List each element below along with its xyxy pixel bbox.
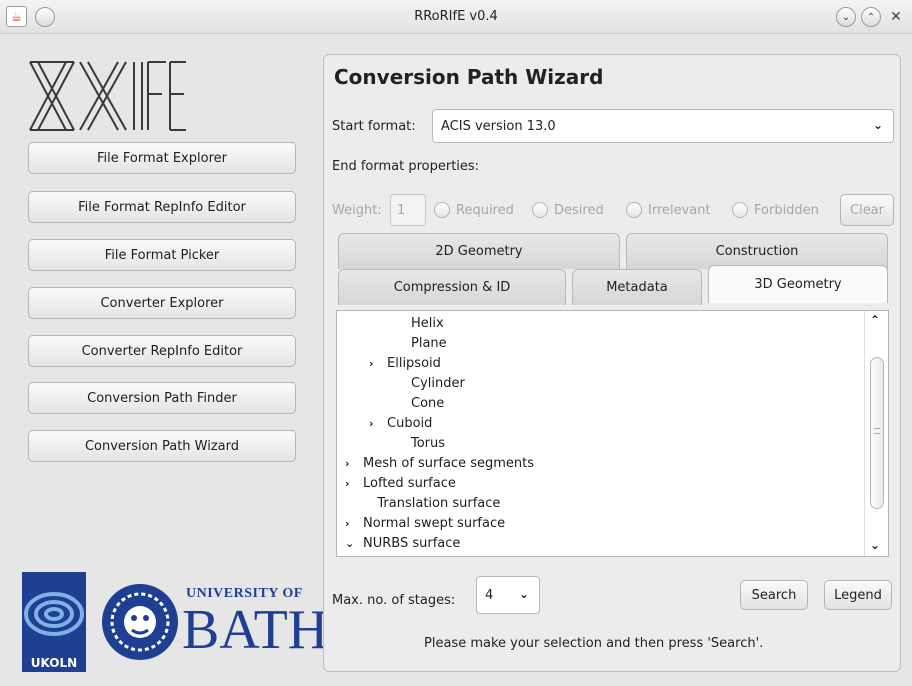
tree-item-label: Normal swept surface xyxy=(363,516,506,531)
tree-item-label: Cuboid xyxy=(387,416,433,431)
rrorife-logo xyxy=(29,61,186,131)
start-format-label: Start format: xyxy=(332,119,416,134)
tab-metadata[interactable]: Metadata xyxy=(572,269,702,305)
tree-item[interactable]: ⌄ NURBS surface xyxy=(345,534,460,554)
window-title: RRoRIfE v0.4 xyxy=(414,9,498,24)
tree-item-label: Mesh of surface segments xyxy=(363,456,534,471)
tree-item[interactable]: Torus xyxy=(393,434,445,454)
collapsed-arrow-icon[interactable]: › xyxy=(369,414,387,434)
chevron-down-icon: ⌄ xyxy=(872,118,883,132)
geometry-tree[interactable]: Helix Plane › Ellipsoid Cylinder Cone › Cuboid T… xyxy=(336,310,889,557)
converter-explorer-button[interactable]: Converter Explorer xyxy=(28,287,296,319)
forbidden-label: Forbidden xyxy=(754,203,819,218)
file-format-repinfo-editor-button[interactable]: File Format RepInfo Editor xyxy=(28,191,296,223)
desired-label: Desired xyxy=(554,203,604,218)
collapsed-arrow-icon[interactable]: › xyxy=(345,454,363,474)
ukoln-logo: UKOLN xyxy=(22,572,86,672)
tab-2d-geometry[interactable]: 2D Geometry xyxy=(338,233,620,269)
maximize-icon[interactable]: ⌃ xyxy=(861,7,881,27)
clear-button[interactable]: Clear xyxy=(840,194,894,226)
tree-item-label: Ellipsoid xyxy=(387,356,441,371)
conversion-path-wizard-button[interactable]: Conversion Path Wizard xyxy=(28,430,296,462)
status-message: Please make your selection and then pres… xyxy=(424,636,764,651)
tab-construction[interactable]: Construction xyxy=(626,233,888,269)
expanded-arrow-icon[interactable]: ⌄ xyxy=(345,534,363,554)
start-format-value: ACIS version 13.0 xyxy=(441,118,556,134)
tab-3d-geometry[interactable]: 3D Geometry xyxy=(708,265,888,303)
tree-item[interactable]: Plane xyxy=(393,334,447,354)
search-button[interactable]: Search xyxy=(740,580,808,610)
ukoln-eye-icon xyxy=(24,592,84,636)
desired-radio[interactable] xyxy=(532,202,548,218)
chevron-down-icon: ⌄ xyxy=(518,587,529,601)
tab-compression-id[interactable]: Compression & ID xyxy=(338,269,566,305)
weight-spinner[interactable]: 1 xyxy=(390,194,426,226)
end-format-properties-label: End format properties: xyxy=(332,159,480,174)
partner-logos: UKOLN UNIVERSITY OF BATH xyxy=(18,572,328,672)
title-bar: ☕ RRoRIfE v0.4 ⌄ ⌃ ✕ xyxy=(0,0,912,34)
wizard-panel: Conversion Path Wizard Start format: ACI… xyxy=(323,54,901,672)
tree-item-label: Plane xyxy=(411,336,447,351)
required-label: Required xyxy=(456,203,514,218)
tree-item[interactable]: › Normal swept surface xyxy=(345,514,505,534)
ukoln-text: UKOLN xyxy=(30,656,78,670)
tree-item[interactable]: › Lofted surface xyxy=(345,474,456,494)
scroll-down-icon[interactable]: ⌄ xyxy=(870,538,880,552)
tree-item[interactable]: Helix xyxy=(393,314,444,334)
tree-item-label: Cylinder xyxy=(411,376,465,391)
bath-crest-icon xyxy=(102,584,178,660)
irrelevant-radio[interactable] xyxy=(626,202,642,218)
tree-item-label: Translation surface xyxy=(377,496,501,511)
required-radio[interactable] xyxy=(434,202,450,218)
tree-item[interactable]: Translation surface xyxy=(359,494,500,514)
conversion-path-finder-button[interactable]: Conversion Path Finder xyxy=(28,382,296,414)
tree-item[interactable]: › Ellipsoid xyxy=(369,354,441,374)
max-stages-select[interactable]: 4 ⌄ xyxy=(476,576,540,614)
tree-item-label: Cone xyxy=(411,396,445,411)
tree-item[interactable]: Cylinder xyxy=(393,374,465,394)
grip-icon xyxy=(874,428,880,434)
max-stages-value: 4 xyxy=(485,587,494,603)
collapsed-arrow-icon[interactable]: › xyxy=(345,474,363,494)
legend-button[interactable]: Legend xyxy=(824,580,892,610)
bath-text: BATH xyxy=(182,599,329,661)
file-format-picker-button[interactable]: File Format Picker xyxy=(28,239,296,271)
tree-item-label: Torus xyxy=(411,436,446,451)
tree-item-label: Lofted surface xyxy=(363,476,456,491)
sidebar: File Format Explorer File Format RepInfo… xyxy=(18,50,328,672)
vertical-scrollbar[interactable]: ⌃ ⌄ xyxy=(864,311,888,556)
scroll-up-icon[interactable]: ⌃ xyxy=(870,313,880,327)
weight-value: 1 xyxy=(397,202,406,218)
tree-item[interactable]: › Mesh of surface segments xyxy=(345,454,534,474)
minimize-icon[interactable]: ⌄ xyxy=(836,7,856,27)
forbidden-radio[interactable] xyxy=(732,202,748,218)
converter-repinfo-editor-button[interactable]: Converter RepInfo Editor xyxy=(28,335,296,367)
start-format-select[interactable]: ACIS version 13.0 ⌄ xyxy=(432,109,894,143)
max-stages-label: Max. no. of stages: xyxy=(332,593,456,608)
weight-label: Weight: xyxy=(332,203,382,218)
tree-item[interactable]: › Cuboid xyxy=(369,414,432,434)
page-title: Conversion Path Wizard xyxy=(334,65,604,89)
tree-item[interactable]: Cone xyxy=(393,394,444,414)
collapsed-arrow-icon[interactable]: › xyxy=(345,514,363,534)
collapsed-arrow-icon[interactable]: › xyxy=(369,354,387,374)
tree-item-label: Helix xyxy=(411,316,444,331)
file-format-explorer-button[interactable]: File Format Explorer xyxy=(28,142,296,174)
tree-item-label: NURBS surface xyxy=(363,536,461,551)
close-icon[interactable]: ✕ xyxy=(886,7,906,27)
scroll-thumb[interactable] xyxy=(870,357,884,509)
irrelevant-label: Irrelevant xyxy=(648,203,711,218)
